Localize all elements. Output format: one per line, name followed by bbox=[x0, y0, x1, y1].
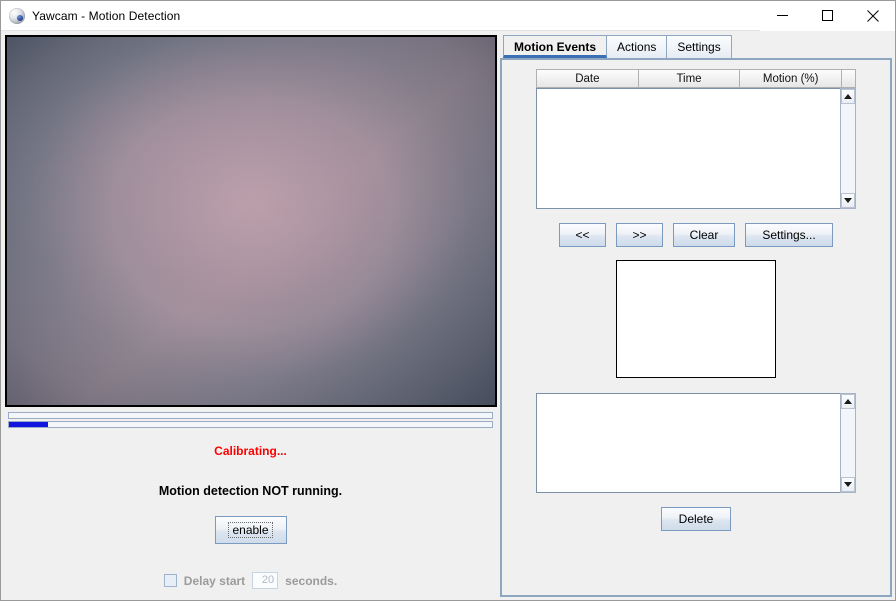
progress-bar-top bbox=[8, 412, 493, 419]
yawcam-motion-detection-window: Yawcam - Motion Detection Calibrating...… bbox=[0, 0, 896, 601]
previous-button[interactable]: << bbox=[559, 223, 606, 247]
progress-bar-bottom bbox=[8, 421, 493, 428]
tab-motion-events-label: Motion Events bbox=[514, 40, 597, 54]
minimize-button[interactable] bbox=[760, 0, 805, 31]
delay-start-checkbox[interactable] bbox=[163, 574, 177, 587]
tab-actions[interactable]: Actions bbox=[606, 35, 668, 58]
scroll-track-events[interactable] bbox=[841, 104, 855, 193]
scroll-down-button-events[interactable] bbox=[841, 193, 855, 208]
delay-seconds-units: seconds. bbox=[285, 573, 338, 588]
motion-events-table-header: Date Time Motion (%) bbox=[536, 69, 857, 88]
tab-actions-label: Actions bbox=[617, 40, 657, 54]
motion-events-table-body-row bbox=[536, 88, 856, 209]
delete-button[interactable]: Delete bbox=[661, 507, 731, 531]
window-controls bbox=[760, 0, 895, 31]
tab-motion-events[interactable]: Motion Events bbox=[503, 35, 608, 58]
tab-strip: Motion Events Actions Settings bbox=[500, 34, 892, 58]
column-header-motion-percent[interactable]: Motion (%) bbox=[739, 69, 842, 88]
motion-events-scrollbar[interactable] bbox=[840, 88, 856, 209]
camera-vignette-overlay bbox=[6, 37, 495, 405]
tab-settings[interactable]: Settings bbox=[666, 35, 732, 58]
clear-button[interactable]: Clear bbox=[673, 223, 735, 247]
scroll-down-button-files[interactable] bbox=[841, 477, 855, 492]
motion-events-table-body[interactable] bbox=[536, 88, 840, 209]
tabbed-panel: Motion Events Actions Settings Date Time… bbox=[500, 31, 895, 600]
enable-button[interactable]: enable bbox=[214, 516, 287, 544]
maximize-button[interactable] bbox=[805, 0, 850, 31]
delay-seconds-input[interactable]: 20 bbox=[252, 572, 279, 589]
scroll-up-button-files[interactable] bbox=[841, 394, 855, 409]
camera-video-frame bbox=[4, 35, 497, 407]
scroll-up-button-events[interactable] bbox=[841, 89, 855, 104]
scroll-track-files[interactable] bbox=[841, 409, 855, 477]
next-button[interactable]: >> bbox=[616, 223, 663, 247]
motion-thumbnail-preview[interactable] bbox=[616, 260, 776, 378]
progress-bars bbox=[4, 407, 497, 430]
column-header-time[interactable]: Time bbox=[637, 69, 740, 88]
detection-state-label: Motion detection NOT running. bbox=[158, 484, 343, 498]
title-bar: Yawcam - Motion Detection bbox=[1, 0, 895, 31]
settings-button[interactable]: Settings... bbox=[745, 223, 833, 247]
webcam-ball-icon bbox=[9, 7, 25, 24]
close-button[interactable] bbox=[850, 0, 895, 31]
progress-bar-bottom-fill bbox=[9, 422, 48, 427]
calibrating-status: Calibrating... bbox=[214, 444, 287, 458]
enable-button-label: enable bbox=[228, 522, 273, 538]
window-body: Calibrating... Motion detection NOT runn… bbox=[1, 31, 895, 600]
events-toolbar: << >> Clear Settings... bbox=[559, 223, 833, 247]
delay-start-row: Delay start 20 seconds. bbox=[163, 572, 338, 589]
detection-status-area: Calibrating... Motion detection NOT runn… bbox=[4, 430, 497, 600]
motion-events-panel: Date Time Motion (%) << >> Clear Setting… bbox=[500, 58, 892, 597]
motion-events-table: Date Time Motion (%) bbox=[536, 69, 857, 209]
column-header-spacer bbox=[841, 69, 857, 88]
camera-panel: Calibrating... Motion detection NOT runn… bbox=[1, 31, 500, 600]
file-list-scrollbar[interactable] bbox=[840, 393, 856, 493]
column-header-date[interactable]: Date bbox=[536, 69, 638, 88]
delay-start-label: Delay start bbox=[183, 573, 246, 588]
file-list bbox=[536, 393, 856, 493]
file-list-body[interactable] bbox=[536, 393, 840, 493]
window-title: Yawcam - Motion Detection bbox=[32, 8, 181, 23]
tab-settings-label: Settings bbox=[677, 40, 721, 54]
